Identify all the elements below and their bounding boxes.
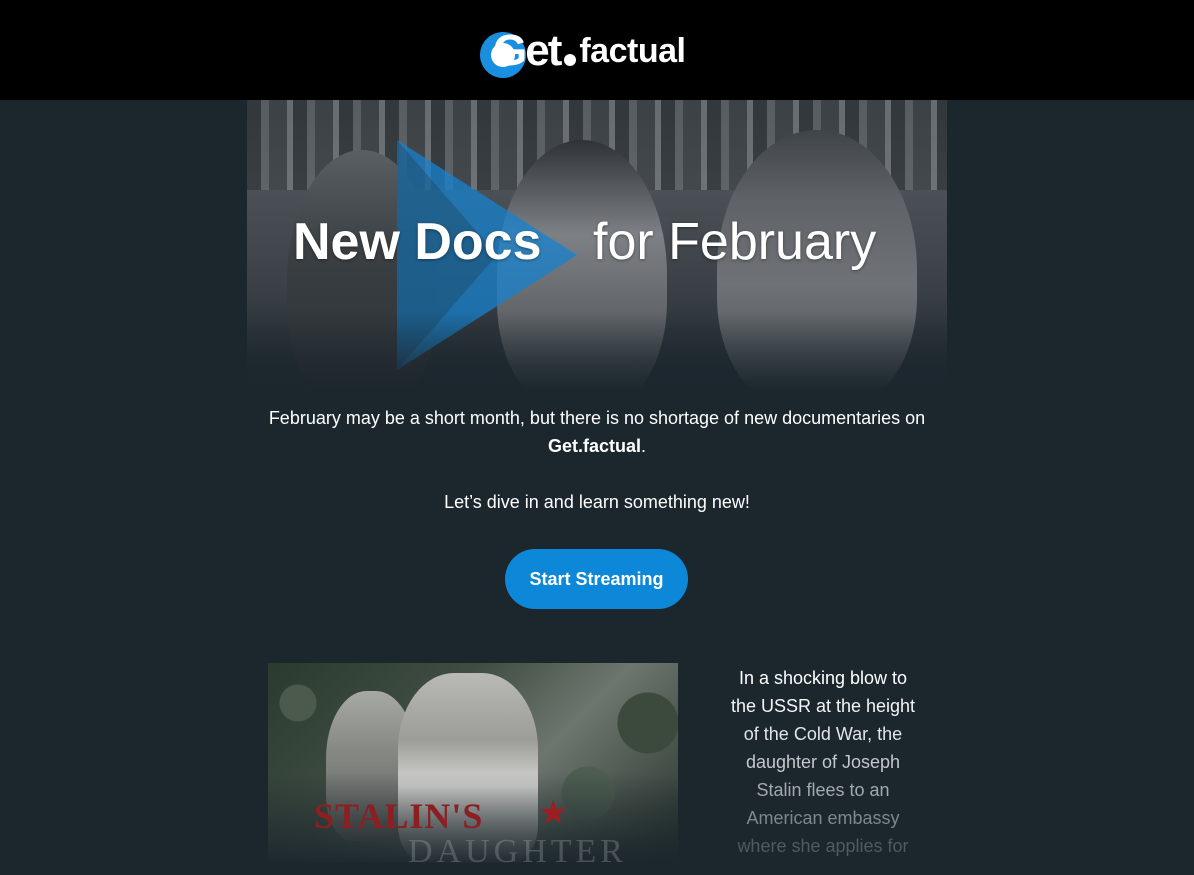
- feature-description-line: daughter of Joseph: [745, 752, 901, 772]
- feature-poster-image[interactable]: STALIN'S ★ DAUGHTER: [268, 663, 678, 863]
- poster-subtitle: DAUGHTER: [408, 833, 627, 863]
- site-header: Get factual: [0, 0, 1194, 100]
- feature-description-line: where she applies for: [737, 836, 909, 856]
- intro-paragraph-2: Let’s dive in and learn something new!: [444, 492, 750, 512]
- logo-factual-wordmark: factual: [579, 31, 686, 70]
- feature-description-line: Stalin flees to an: [756, 780, 890, 800]
- hero-subtitle: for February: [593, 213, 877, 271]
- poster-title: STALIN'S: [314, 796, 484, 836]
- feature-description: In a shocking blow to the USSR at the he…: [718, 664, 928, 860]
- feature-description-line: of the Cold War, the: [743, 724, 903, 744]
- hammer-sickle-star-icon: ★: [538, 794, 569, 832]
- feature-description-line: American embassy: [746, 808, 900, 828]
- intro-paragraph-1: February may be a short month, but there…: [268, 408, 926, 456]
- hero-title: New Docs: [293, 213, 542, 271]
- intro-text: February may be a short month, but there…: [247, 404, 947, 516]
- logo-dot: [564, 54, 577, 66]
- hero-bottom-fade: [247, 312, 947, 392]
- feature-description-line: In a shocking blow to: [738, 668, 908, 688]
- feature-description-line: the USSR at the height: [730, 696, 916, 716]
- hero-banner[interactable]: New Docs for February: [247, 100, 947, 392]
- getfactual-logo[interactable]: Get factual: [479, 24, 686, 78]
- start-streaming-button[interactable]: Start Streaming: [505, 549, 688, 609]
- logo-get-wordmark: Get: [479, 29, 562, 78]
- intro-brand: Get.factual: [547, 436, 641, 456]
